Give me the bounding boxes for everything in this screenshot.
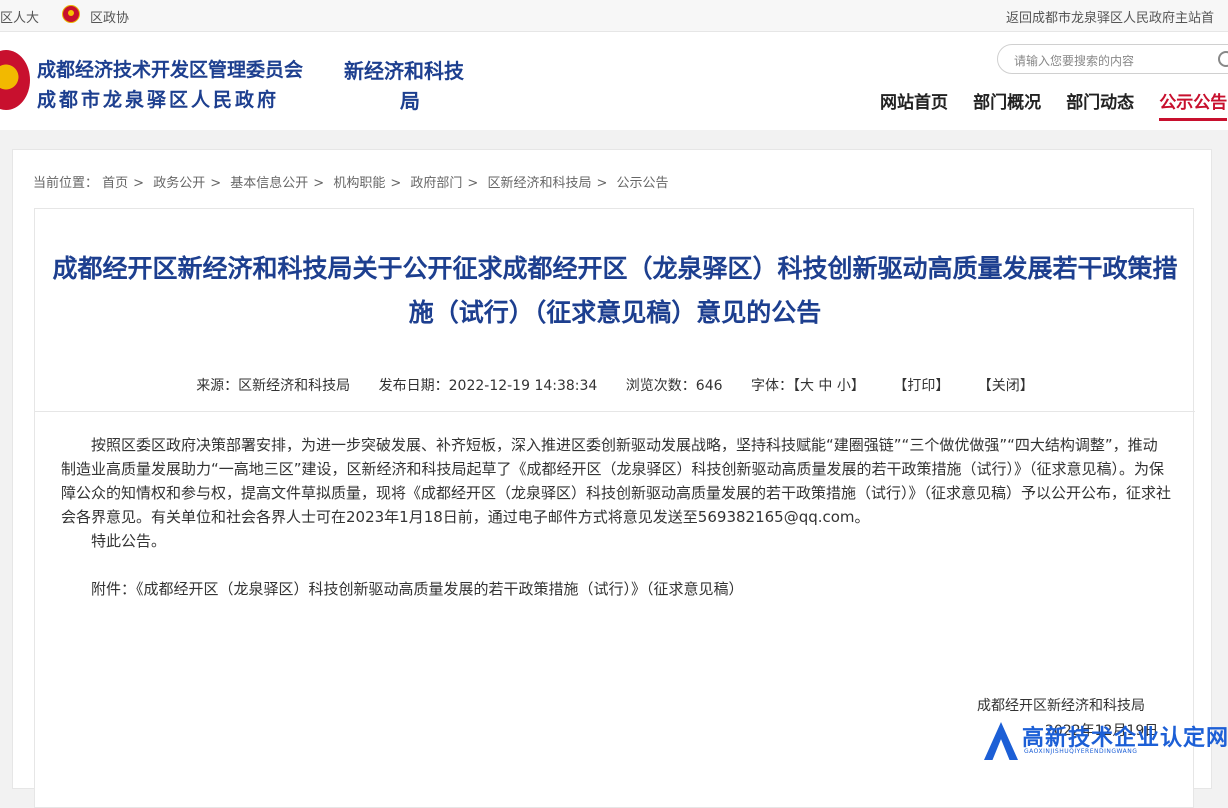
article-date: 发布日期：2022-12-19 14:38:34 <box>378 378 598 394</box>
article: 成都经开区新经济和科技局关于公开征求成都经开区（龙泉驿区）科技创新驱动高质量发展… <box>34 208 1195 808</box>
close-button[interactable]: 【关闭】 <box>978 378 1034 394</box>
breadcrumb-item-home[interactable]: 首页 <box>102 176 128 191</box>
paragraph: 按照区委区政府决策部署安排，为进一步突破发展、补齐短板，深入推进区委创新驱动发展… <box>61 436 1172 526</box>
print-button[interactable]: 【打印】 <box>893 378 949 394</box>
watermark-subtitle: GAOXINJISHUQIYERENDINGWANG <box>1024 748 1138 755</box>
breadcrumb-separator: > <box>313 176 325 191</box>
article-source: 来源：区新经济和科技局 <box>196 378 351 394</box>
breadcrumb-separator: > <box>596 176 608 191</box>
national-emblem-icon <box>0 50 30 110</box>
breadcrumb-separator: > <box>210 176 222 191</box>
divider <box>35 411 1195 412</box>
breadcrumb: 当前位置： 首页 > 政务公开 > 基本信息公开 > 机构职能 > 政府部门 > 区新经济… <box>33 172 669 191</box>
breadcrumb-item-gov-depts[interactable]: 政府部门 <box>410 176 462 191</box>
search-icon[interactable] <box>1218 51 1228 67</box>
breadcrumb-item-gov-affairs[interactable]: 政务公开 <box>153 176 205 191</box>
watermark-logo-icon <box>984 722 1018 760</box>
nav-department-overview[interactable]: 部门概况 <box>973 88 1041 121</box>
nav-announcements[interactable]: 公示公告 <box>1159 88 1228 121</box>
content-panel: 当前位置： 首页 > 政务公开 > 基本信息公开 > 机构职能 > 政府部门 > 区新经济… <box>12 149 1212 808</box>
breadcrumb-separator: > <box>467 176 479 191</box>
article-title: 成都经开区新经济和科技局关于公开征求成都经开区（龙泉驿区）科技创新驱动高质量发展… <box>52 254 1178 327</box>
search-input[interactable] <box>1012 51 1216 71</box>
paragraph: 特此公告。 <box>91 532 167 550</box>
search-box <box>997 44 1228 74</box>
link-district-npc[interactable]: 区人大 <box>0 7 39 26</box>
breadcrumb-item-announcements[interactable]: 公示公告 <box>617 176 669 191</box>
breadcrumb-item-functions[interactable]: 机构职能 <box>333 176 385 191</box>
watermark: 高新技术企业认定网 GAOXINJISHUQIYERENDINGWANG <box>984 720 1228 762</box>
dept-name-line1: 新经济和科技 <box>344 59 464 83</box>
article-views: 浏览次数：646 <box>625 378 723 394</box>
breadcrumb-item-basic-info[interactable]: 基本信息公开 <box>230 176 308 191</box>
signature-org: 成都经开区新经济和科技局 <box>977 698 1145 714</box>
nav-department-news[interactable]: 部门动态 <box>1066 88 1134 121</box>
site-header: 成都经济技术开发区管理委员会 成都市龙泉驿区人民政府 新经济和科技 局 网站首页… <box>0 32 1228 130</box>
org-name-line1: 成都经济技术开发区管理委员会 <box>37 59 304 81</box>
link-district-cppcc[interactable]: 区政协 <box>90 7 129 26</box>
top-bar: 区人大 区政协 返回成都市龙泉驿区人民政府主站首 <box>0 0 1228 32</box>
article-meta: 来源：区新经济和科技局 发布日期：2022-12-19 14:38:34 浏览次… <box>35 375 1195 395</box>
link-return-main-site[interactable]: 返回成都市龙泉驿区人民政府主站首 <box>1006 7 1214 26</box>
dept-name-line2: 局 <box>400 89 420 113</box>
breadcrumb-item-bureau[interactable]: 区新经济和科技局 <box>487 176 591 191</box>
breadcrumb-separator: > <box>390 176 402 191</box>
breadcrumb-prefix: 当前位置： <box>33 176 99 191</box>
breadcrumb-separator: > <box>133 176 145 191</box>
main-nav: 网站首页 部门概况 部门动态 公示公告 <box>880 88 1228 121</box>
emblem-icon <box>62 5 80 23</box>
nav-home[interactable]: 网站首页 <box>880 88 948 121</box>
org-name-line2: 成都市龙泉驿区人民政府 <box>37 89 280 111</box>
article-body: 按照区委区政府决策部署安排，为进一步突破发展、补齐短板，深入推进区委创新驱动发展… <box>61 433 1171 601</box>
attachment-link[interactable]: 附件：《成都经开区（龙泉驿区）科技创新驱动高质量发展的若干政策措施（试行）》（征… <box>61 577 1171 601</box>
font-size-control[interactable]: 字体：【大 中 小】 <box>751 378 865 394</box>
